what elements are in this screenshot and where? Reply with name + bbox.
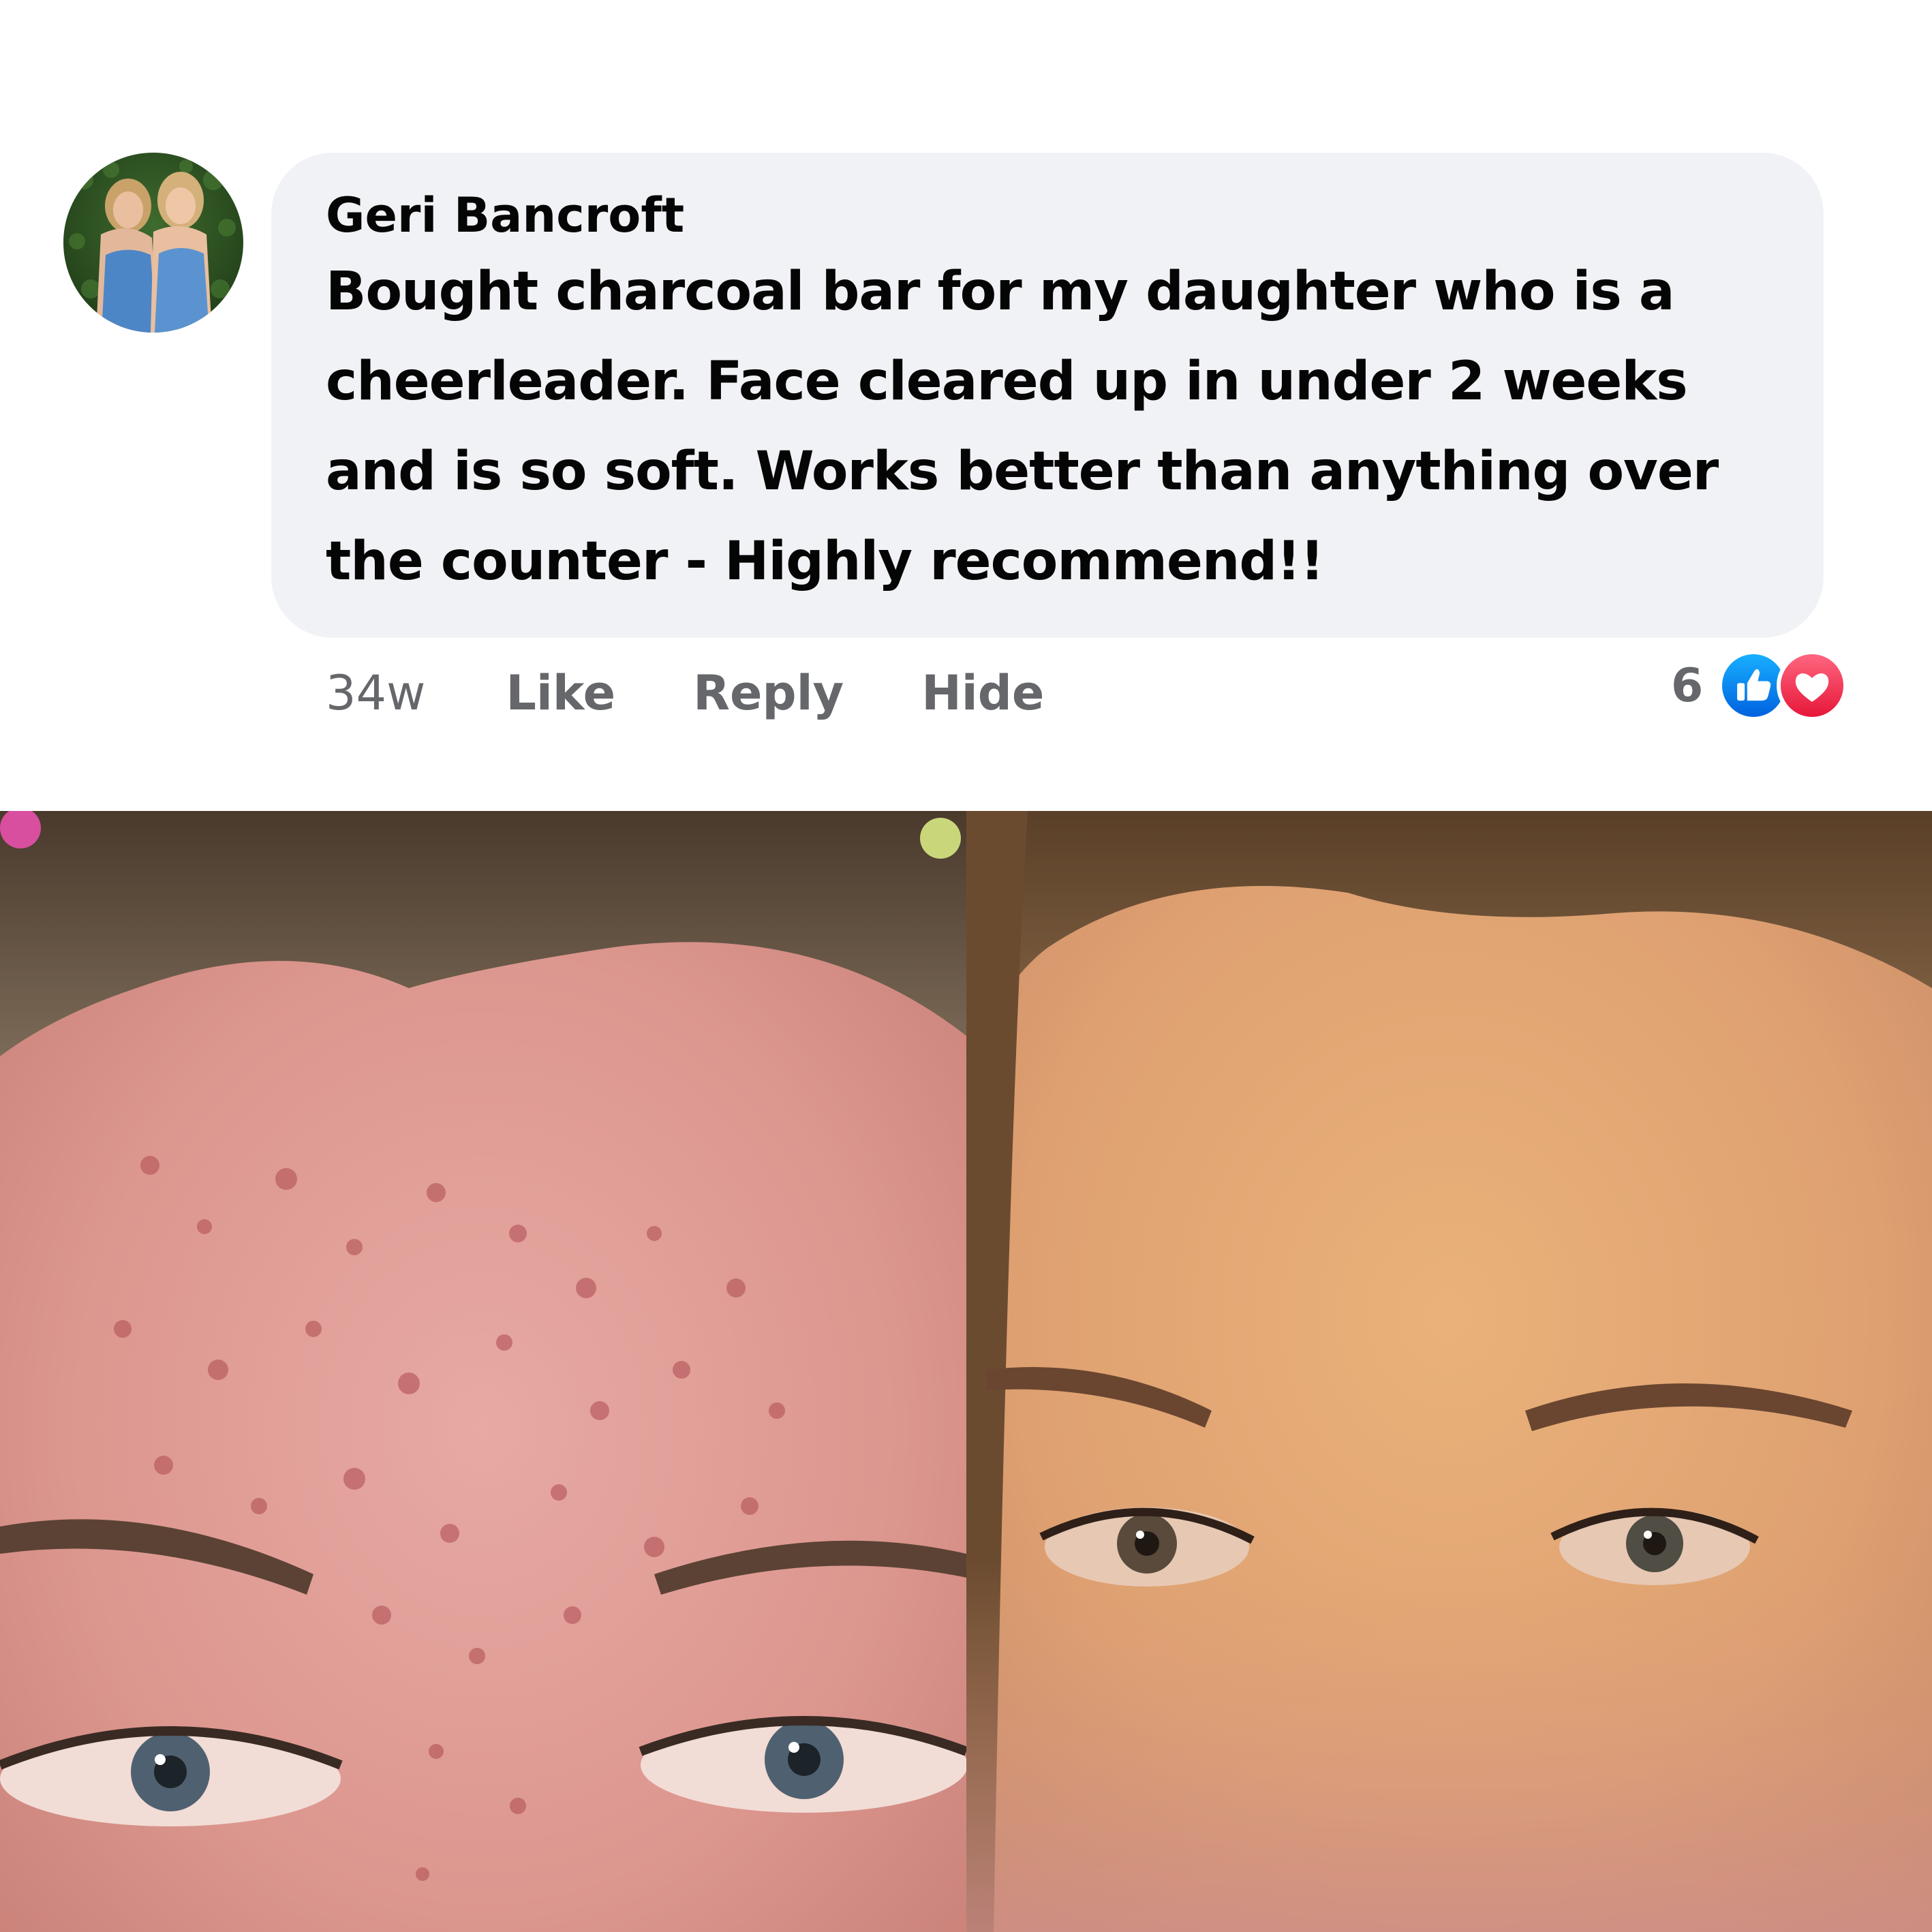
like-button[interactable]: Like [506, 665, 615, 721]
author-avatar[interactable] [63, 153, 243, 333]
avatar-photo [63, 153, 243, 333]
hide-button[interactable]: Hide [921, 665, 1044, 721]
author-name[interactable]: Geri Bancroft [326, 184, 1783, 247]
comment-actions: 34w Like Reply Hide [326, 662, 1122, 724]
comment-timestamp[interactable]: 34w [326, 665, 425, 721]
after-photo[interactable] [966, 811, 1932, 1932]
comment-text-line: Bought charcoal bar for my daughter who … [326, 261, 1675, 322]
reaction-count: 6 [1671, 658, 1704, 713]
reply-button[interactable]: Reply [693, 665, 844, 721]
acne-before-photo [0, 811, 966, 1932]
comment-screenshot: Geri Bancroft Bought charcoal bar for my… [0, 0, 1932, 1932]
reaction-summary[interactable]: 6 [1671, 647, 1848, 724]
clear-skin-after-photo [966, 811, 1932, 1932]
comment-text-line: cheerleader. Face cleared up in under 2 … [326, 351, 1688, 412]
before-photo[interactable] [0, 811, 966, 1932]
comment-text-line: and is so soft. Works better than anythi… [326, 441, 1719, 502]
comment-text-line: the counter - Highly recommend!! [326, 531, 1324, 592]
comment-bubble: Geri Bancroft Bought charcoal bar for my… [271, 153, 1824, 638]
love-icon [1777, 650, 1848, 721]
